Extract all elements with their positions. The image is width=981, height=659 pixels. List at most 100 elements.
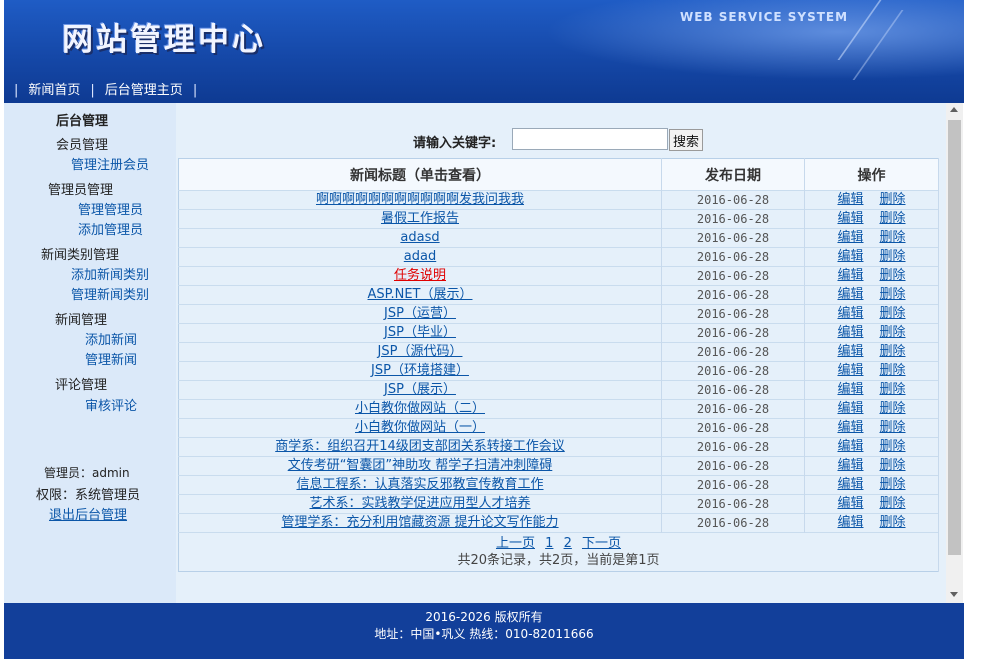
edit-link[interactable]: 编辑 <box>837 420 863 435</box>
delete-link[interactable]: 删除 <box>880 249 906 264</box>
page-2-link[interactable]: 2 <box>564 536 572 551</box>
scroll-up-arrow-icon[interactable] <box>950 107 958 112</box>
edit-link[interactable]: 编辑 <box>837 192 863 207</box>
sidebar-item-add-news[interactable]: 添加新闻 <box>85 329 137 348</box>
table-row: adad 2016-06-28 编辑 删除 <box>178 247 939 267</box>
news-title-link[interactable]: JSP（环境搭建） <box>371 363 469 378</box>
delete-link[interactable]: 删除 <box>880 363 906 378</box>
vertical-scrollbar[interactable] <box>946 103 963 603</box>
nav-separator: | <box>192 83 198 98</box>
table-row: 商学系：组织召开14级团支部团关系转接工作会议 2016-06-28 编辑 删除 <box>178 437 939 457</box>
sidebar-item-manage-news[interactable]: 管理新闻 <box>85 349 137 368</box>
edit-link[interactable]: 编辑 <box>837 477 863 492</box>
edit-link[interactable]: 编辑 <box>837 211 863 226</box>
next-page-link[interactable]: 下一页 <box>582 536 621 551</box>
logout-link[interactable]: 退出后台管理 <box>49 504 127 523</box>
nav-admin-home[interactable]: 后台管理主页 <box>105 83 183 98</box>
edit-link[interactable]: 编辑 <box>837 458 863 473</box>
nav-news-home[interactable]: 新闻首页 <box>28 83 80 98</box>
news-title-link[interactable]: 文传考研“智囊团”神助攻 帮学子扫清冲刺障碍 <box>288 458 553 473</box>
search-button[interactable]: 搜索 <box>669 129 704 151</box>
edit-link[interactable]: 编辑 <box>837 515 863 530</box>
delete-link[interactable]: 删除 <box>880 458 906 473</box>
news-title-link[interactable]: JSP（运营） <box>384 306 456 321</box>
sidebar-item-manage-admins[interactable]: 管理管理员 <box>78 199 143 218</box>
table-row: 信息工程系：认真落实反邪教宣传教育工作 2016-06-28 编辑 删除 <box>178 475 939 495</box>
prev-page-link[interactable]: 上一页 <box>496 536 535 551</box>
publish-date-cell: 2016-06-28 <box>661 323 805 343</box>
table-row: 暑假工作报告 2016-06-28 编辑 删除 <box>178 209 939 229</box>
news-title-link[interactable]: adad <box>404 249 436 264</box>
edit-link[interactable]: 编辑 <box>837 496 863 511</box>
delete-link[interactable]: 删除 <box>880 192 906 207</box>
news-title-link[interactable]: 管理学系：充分利用馆藏资源 提升论文写作能力 <box>281 515 558 530</box>
edit-link[interactable]: 编辑 <box>837 230 863 245</box>
news-title-cell: JSP（源代码） <box>178 342 662 362</box>
news-title-link[interactable]: 艺术系：实践教学促进应用型人才培养 <box>309 496 530 511</box>
actions-cell: 编辑 删除 <box>804 418 939 438</box>
news-title-link[interactable]: 商学系：组织召开14级团支部团关系转接工作会议 <box>275 439 565 454</box>
news-title-cell: 商学系：组织召开14级团支部团关系转接工作会议 <box>178 437 662 457</box>
delete-link[interactable]: 删除 <box>880 401 906 416</box>
delete-link[interactable]: 删除 <box>880 230 906 245</box>
delete-link[interactable]: 删除 <box>880 420 906 435</box>
table-row: ASP.NET（展示） 2016-06-28 编辑 删除 <box>178 285 939 305</box>
news-title-link[interactable]: JSP（毕业） <box>384 325 456 340</box>
delete-link[interactable]: 删除 <box>880 211 906 226</box>
news-title-link[interactable]: 信息工程系：认真落实反邪教宣传教育工作 <box>296 477 543 492</box>
top-nav: | 新闻首页 | 后台管理主页 | <box>4 80 207 102</box>
edit-link[interactable]: 编辑 <box>837 268 863 283</box>
table-header-row: 新闻标题（单击查看） 发布日期 操作 <box>178 158 939 191</box>
news-title-link[interactable]: 小白教你做网站（二） <box>355 401 485 416</box>
delete-link[interactable]: 删除 <box>880 515 906 530</box>
news-title-cell: adad <box>178 247 662 267</box>
sidebar-item-manage-news-category[interactable]: 管理新闻类别 <box>71 284 149 303</box>
site-title: 网站管理中心 <box>62 22 266 58</box>
delete-link[interactable]: 删除 <box>880 268 906 283</box>
edit-link[interactable]: 编辑 <box>837 287 863 302</box>
permission-label: 权限：系统管理员 <box>36 488 141 503</box>
edit-link[interactable]: 编辑 <box>837 325 863 340</box>
news-title-cell: JSP（展示） <box>178 380 662 400</box>
edit-link[interactable]: 编辑 <box>837 382 863 397</box>
edit-link[interactable]: 编辑 <box>837 306 863 321</box>
search-input[interactable] <box>512 128 668 150</box>
delete-link[interactable]: 删除 <box>880 287 906 302</box>
delete-link[interactable]: 删除 <box>880 477 906 492</box>
news-title-link[interactable]: ASP.NET（展示） <box>368 287 473 302</box>
delete-link[interactable]: 删除 <box>880 344 906 359</box>
news-title-link[interactable]: JSP（源代码） <box>378 344 463 359</box>
edit-link[interactable]: 编辑 <box>837 401 863 416</box>
delete-link[interactable]: 删除 <box>880 496 906 511</box>
news-title-link[interactable]: adasd <box>400 230 439 245</box>
sidebar-item-add-admin[interactable]: 添加管理员 <box>78 219 143 238</box>
page-1-link[interactable]: 1 <box>545 536 553 551</box>
actions-cell: 编辑 删除 <box>804 380 939 400</box>
edit-link[interactable]: 编辑 <box>837 249 863 264</box>
delete-link[interactable]: 删除 <box>880 382 906 397</box>
sidebar-heading-comment: 评论管理 <box>55 378 108 393</box>
edit-link[interactable]: 编辑 <box>837 363 863 378</box>
news-title-link[interactable]: 啊啊啊啊啊啊啊啊啊啊啊发我问我我 <box>316 192 524 207</box>
publish-date-cell: 2016-06-28 <box>661 247 805 267</box>
publish-date-cell: 2016-06-28 <box>661 437 805 457</box>
delete-link[interactable]: 删除 <box>880 439 906 454</box>
edit-link[interactable]: 编辑 <box>837 344 863 359</box>
news-title-link[interactable]: 暑假工作报告 <box>381 211 459 226</box>
edit-link[interactable]: 编辑 <box>837 439 863 454</box>
news-title-link[interactable]: 小白教你做网站（一） <box>355 420 485 435</box>
sidebar-item-review-comments[interactable]: 审核评论 <box>85 395 137 414</box>
news-title-link[interactable]: JSP（展示） <box>384 382 456 397</box>
search-label: 请输入关键字: <box>413 136 497 151</box>
delete-link[interactable]: 删除 <box>880 325 906 340</box>
news-title-link[interactable]: 任务说明 <box>394 268 446 283</box>
sidebar-item-add-news-category[interactable]: 添加新闻类别 <box>71 264 149 283</box>
scroll-down-arrow-icon[interactable] <box>950 592 958 597</box>
publish-date-cell: 2016-06-28 <box>661 228 805 248</box>
scrollbar-thumb[interactable] <box>948 120 961 555</box>
delete-link[interactable]: 删除 <box>880 306 906 321</box>
publish-date-cell: 2016-06-28 <box>661 342 805 362</box>
table-row: adasd 2016-06-28 编辑 删除 <box>178 228 939 248</box>
sidebar-item-manage-registered-members[interactable]: 管理注册会员 <box>71 154 149 173</box>
news-table-body: 啊啊啊啊啊啊啊啊啊啊啊发我问我我 2016-06-28 编辑 删除 暑假工作报告 2016… <box>178 190 939 533</box>
